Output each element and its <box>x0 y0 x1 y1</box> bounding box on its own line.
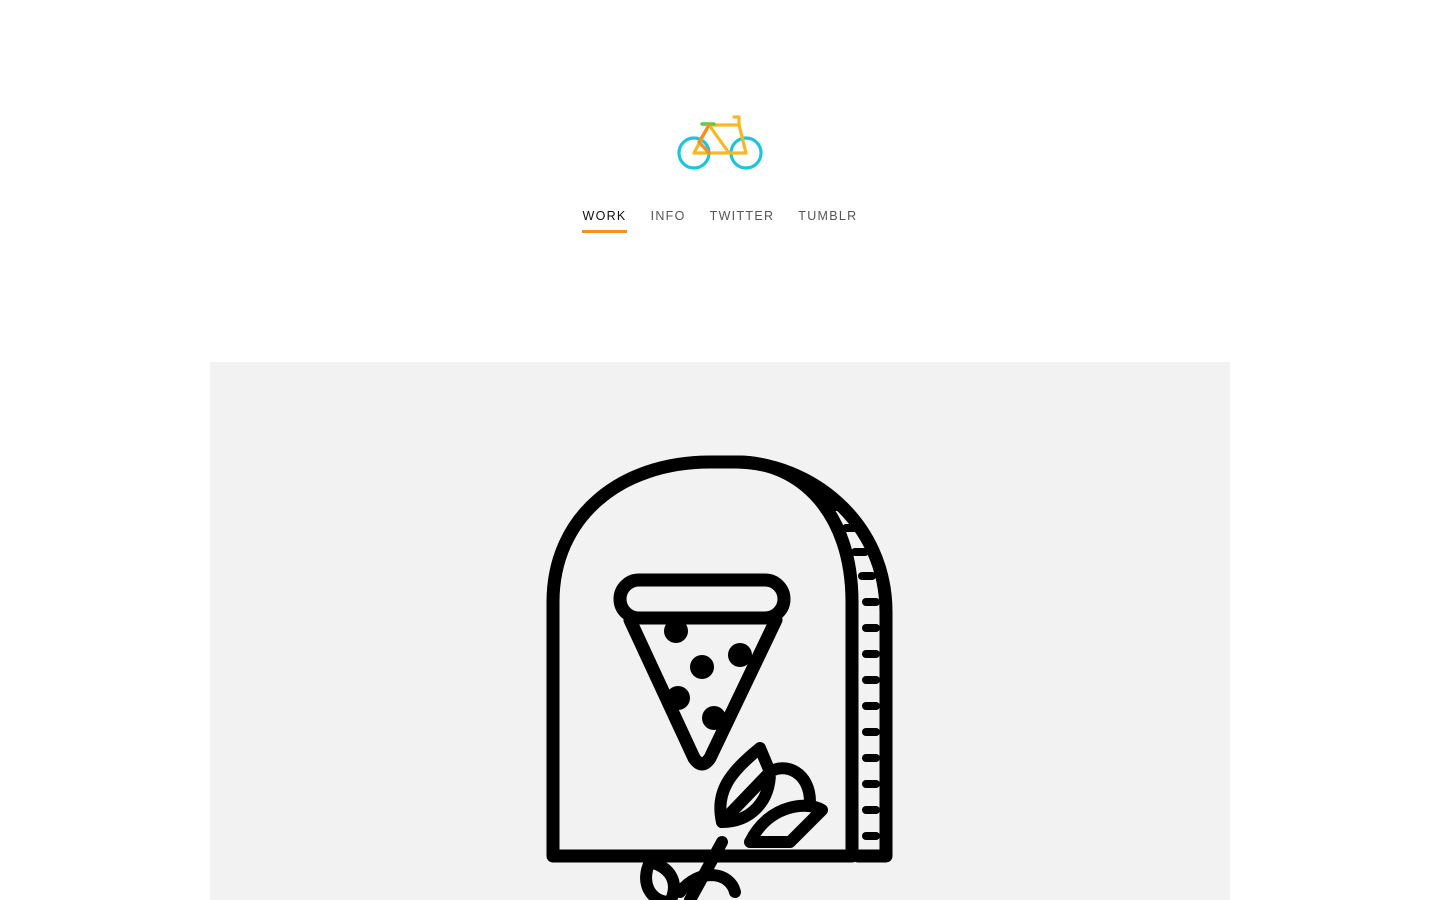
nav-item-work[interactable]: WORK <box>582 209 627 233</box>
nav-item-info[interactable]: INFO <box>651 209 686 233</box>
nav-item-twitter[interactable]: TWITTER <box>710 209 775 233</box>
featured-work-panel[interactable] <box>210 362 1230 900</box>
main-nav: WORK INFO TWITTER TUMBLR <box>0 209 1440 233</box>
bicycle-logo-icon[interactable] <box>676 112 764 172</box>
nav-item-tumblr[interactable]: TUMBLR <box>798 209 857 233</box>
page: WORK INFO TWITTER TUMBLR <box>0 0 1440 900</box>
pizza-slice-oven-icon <box>546 455 893 900</box>
